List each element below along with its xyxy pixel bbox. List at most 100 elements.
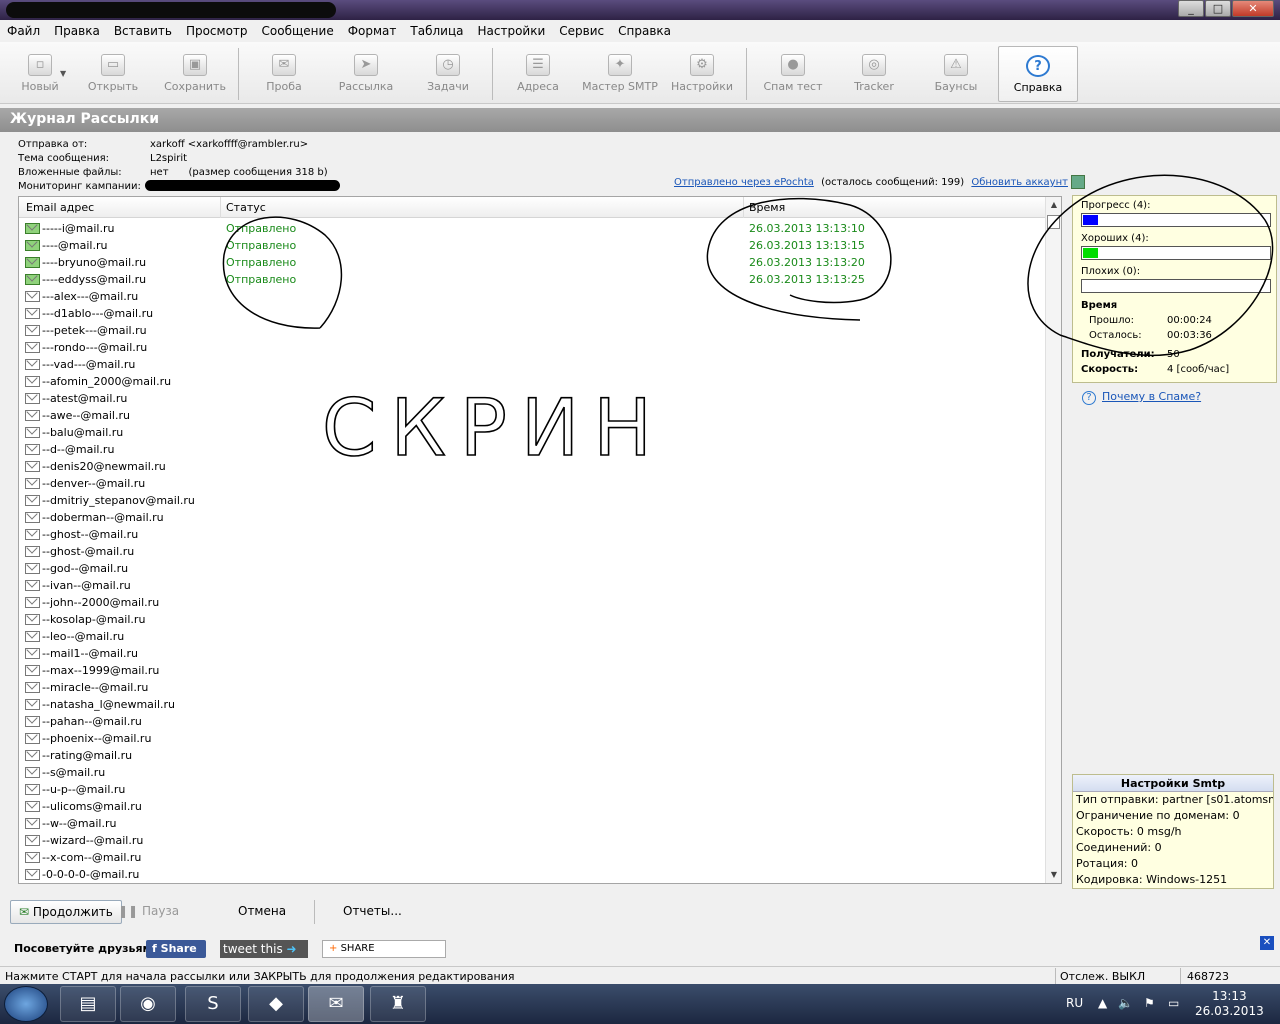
account-icon[interactable]	[1071, 175, 1086, 189]
column-divider[interactable]	[220, 197, 221, 218]
chrome-taskbar-button[interactable]: ◉	[120, 986, 176, 1022]
table-row[interactable]: --rating@mail.ru	[19, 747, 1045, 764]
maximize-button[interactable]: □	[1205, 0, 1231, 17]
table-row[interactable]: --natasha_l@newmail.ru	[19, 696, 1045, 713]
table-row[interactable]: --ghost-@mail.ru	[19, 543, 1045, 560]
table-row[interactable]: --ulicoms@mail.ru	[19, 798, 1045, 815]
continue-button[interactable]: ✉ Продолжить	[10, 900, 122, 924]
menu-message[interactable]: Сообщение	[255, 21, 341, 41]
new-button[interactable]: ▫ Новый	[0, 46, 80, 102]
vertical-scrollbar[interactable]: ▲ ▼	[1045, 197, 1061, 883]
table-row[interactable]: ---petek---@mail.ru	[19, 322, 1045, 339]
minimize-button[interactable]: _	[1178, 0, 1204, 17]
help-button[interactable]: ? Справка	[998, 46, 1078, 102]
menu-format[interactable]: Формат	[341, 21, 404, 41]
clock[interactable]: 13:13 26.03.2013	[1195, 989, 1264, 1019]
table-row[interactable]: ----@mail.ru Отправлено 26.03.2013 13:13:1…	[19, 237, 1045, 254]
column-time[interactable]: Время	[749, 201, 785, 214]
table-row[interactable]: ---rondo---@mail.ru	[19, 339, 1045, 356]
menu-view[interactable]: Просмотр	[179, 21, 255, 41]
scroll-up-arrow-icon[interactable]: ▲	[1046, 197, 1061, 213]
spam-test-button[interactable]: ● Спам тест	[753, 46, 833, 102]
table-row[interactable]: --kosolap-@mail.ru	[19, 611, 1045, 628]
table-row[interactable]: ---vad---@mail.ru	[19, 356, 1045, 373]
table-row[interactable]: ---alex---@mail.ru	[19, 288, 1045, 305]
tray-arrow-icon[interactable]: ▲	[1098, 996, 1107, 1010]
update-account-link[interactable]: Обновить аккаунт	[971, 177, 1068, 188]
reports-button[interactable]: Отчеты...	[335, 900, 410, 924]
table-row[interactable]: --ivan--@mail.ru	[19, 577, 1045, 594]
tracker-button[interactable]: ◎ Tracker	[834, 46, 914, 102]
column-email[interactable]: Email адрес	[26, 201, 94, 214]
table-row[interactable]: --leo--@mail.ru	[19, 628, 1045, 645]
menu-help[interactable]: Справка	[611, 21, 678, 41]
open-button[interactable]: ▭ Открыть	[73, 46, 153, 102]
language-indicator[interactable]: RU	[1066, 996, 1083, 1010]
game-taskbar-button[interactable]: ♜	[370, 986, 426, 1022]
explorer-taskbar-button[interactable]: ▤	[60, 986, 116, 1022]
table-row[interactable]: --s@mail.ru	[19, 764, 1045, 781]
menu-service[interactable]: Сервис	[552, 21, 611, 41]
table-row[interactable]: --denis20@newmail.ru	[19, 458, 1045, 475]
table-row[interactable]: ----eddyss@mail.ru Отправлено 26.03.2013 1…	[19, 271, 1045, 288]
table-row[interactable]: --pahan--@mail.ru	[19, 713, 1045, 730]
network-icon[interactable]: ▭	[1168, 996, 1179, 1010]
table-row[interactable]: ---d1ablo---@mail.ru	[19, 305, 1045, 322]
table-row[interactable]: --u-p--@mail.ru	[19, 781, 1045, 798]
chevron-down-icon[interactable]: ▼	[60, 69, 66, 78]
table-row[interactable]: --awe--@mail.ru	[19, 407, 1045, 424]
table-row[interactable]: --balu@mail.ru	[19, 424, 1045, 441]
why-spam-link[interactable]: Почему в Спаме?	[1102, 390, 1201, 403]
volume-icon[interactable]: 🔈	[1118, 996, 1133, 1010]
facebook-share-button[interactable]: f Share	[146, 940, 206, 958]
column-divider[interactable]	[743, 197, 744, 218]
pause-button[interactable]: ❚❚ Пауза	[110, 900, 187, 924]
flag-icon[interactable]: ⚑	[1144, 996, 1155, 1010]
table-row[interactable]: --w--@mail.ru	[19, 815, 1045, 832]
addresses-button[interactable]: ☰ Адреса	[498, 46, 578, 102]
close-icon[interactable]: ✕	[1260, 936, 1274, 950]
cancel-button[interactable]: Отмена	[230, 900, 294, 924]
table-row[interactable]: -0-0-0-0-@mail.ru	[19, 866, 1045, 883]
settings-button[interactable]: ⚙ Настройки	[662, 46, 742, 102]
table-row[interactable]: --wizard--@mail.ru	[19, 832, 1045, 849]
smtp-wizard-button[interactable]: ✦ Мастер SMTP	[580, 46, 660, 102]
table-row[interactable]: --phoenix--@mail.ru	[19, 730, 1045, 747]
app-taskbar-button[interactable]: ◆	[248, 986, 304, 1022]
menu-file[interactable]: Файл	[0, 21, 47, 41]
menu-settings[interactable]: Настройки	[470, 21, 552, 41]
column-status[interactable]: Статус	[226, 201, 266, 214]
table-row[interactable]: -----i@mail.ru Отправлено 26.03.2013 13:13…	[19, 220, 1045, 237]
share-button[interactable]: + SHARE	[322, 940, 446, 958]
menu-insert[interactable]: Вставить	[107, 21, 179, 41]
send-button[interactable]: ➤ Рассылка	[326, 46, 406, 102]
table-row[interactable]: --x-com--@mail.ru	[19, 849, 1045, 866]
table-row[interactable]: --atest@mail.ru	[19, 390, 1045, 407]
epochta-link[interactable]: Отправлено через ePochta	[674, 177, 814, 188]
table-row[interactable]: ----bryuno@mail.ru Отправлено 26.03.2013 1…	[19, 254, 1045, 271]
mailer-taskbar-button[interactable]: ✉	[308, 986, 364, 1022]
skype-taskbar-button[interactable]: S	[185, 986, 241, 1022]
menu-table[interactable]: Таблица	[403, 21, 470, 41]
tweet-button[interactable]: tweet this ➜	[220, 940, 308, 958]
table-row[interactable]: --afomin_2000@mail.ru	[19, 373, 1045, 390]
tasks-button[interactable]: ◷ Задачи	[408, 46, 488, 102]
menu-edit[interactable]: Правка	[47, 21, 107, 41]
table-row[interactable]: --ghost--@mail.ru	[19, 526, 1045, 543]
test-button[interactable]: ✉ Проба	[244, 46, 324, 102]
start-button[interactable]	[4, 986, 48, 1022]
table-row[interactable]: --god--@mail.ru	[19, 560, 1045, 577]
table-row[interactable]: --doberman--@mail.ru	[19, 509, 1045, 526]
table-row[interactable]: --denver--@mail.ru	[19, 475, 1045, 492]
table-row[interactable]: --max--1999@mail.ru	[19, 662, 1045, 679]
table-row[interactable]: --mail1--@mail.ru	[19, 645, 1045, 662]
bounces-button[interactable]: ⚠ Баунсы	[916, 46, 996, 102]
table-row[interactable]: --miracle--@mail.ru	[19, 679, 1045, 696]
scroll-down-arrow-icon[interactable]: ▼	[1046, 867, 1061, 883]
table-row[interactable]: --john--2000@mail.ru	[19, 594, 1045, 611]
table-row[interactable]: --d--@mail.ru	[19, 441, 1045, 458]
table-row[interactable]: --dmitriy_stepanov@mail.ru	[19, 492, 1045, 509]
save-button[interactable]: ▣ Сохранить	[155, 46, 235, 102]
close-button[interactable]: ✕	[1232, 0, 1274, 17]
scroll-thumb[interactable]	[1047, 215, 1060, 229]
